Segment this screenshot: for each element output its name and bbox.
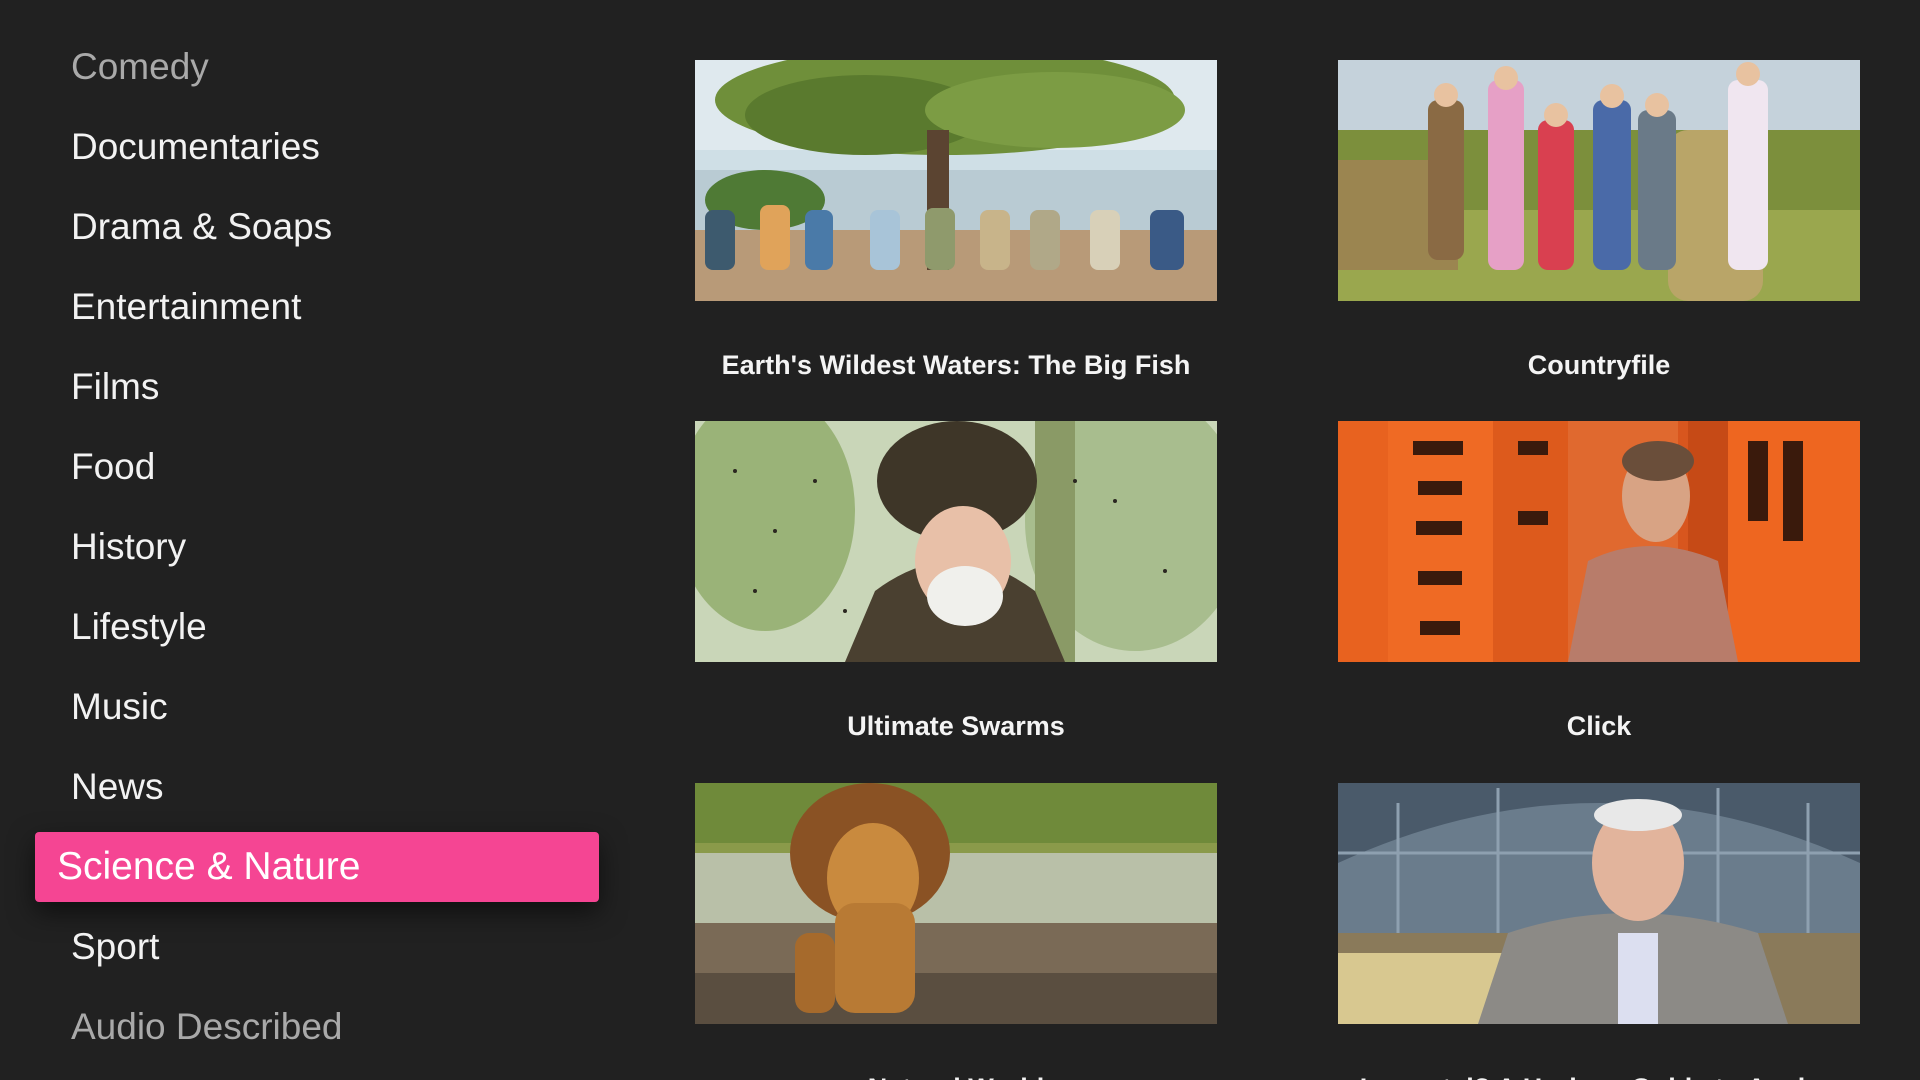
sidebar-item-drama-soaps[interactable]: Drama & Soaps <box>71 204 332 250</box>
programme-tile[interactable]: Ultimate Swarms <box>695 421 1217 741</box>
programme-tile[interactable]: Earth's Wildest Waters: The Big Fish <box>695 60 1217 380</box>
programme-thumbnail <box>695 60 1217 301</box>
programme-thumbnail <box>695 421 1217 662</box>
sidebar-item-documentaries[interactable]: Documentaries <box>71 124 320 170</box>
programme-thumbnail <box>1338 421 1860 662</box>
programme-title: Countryfile <box>1527 350 1671 380</box>
sidebar-item-comedy[interactable]: Comedy <box>71 44 209 90</box>
programme-title: Ultimate Swarms <box>847 711 1065 741</box>
sidebar-item-history[interactable]: History <box>71 524 186 570</box>
programme-thumbnail <box>695 783 1217 1024</box>
programme-tile[interactable]: Immortal? A Horizon Guide to Ageing <box>1338 783 1860 1080</box>
sidebar-item-music[interactable]: Music <box>71 684 168 730</box>
app-screen: Comedy Documentaries Drama & Soaps Enter… <box>0 0 1920 1080</box>
sidebar-item-science-nature[interactable]: Science & Nature <box>35 832 599 902</box>
sidebar-item-food[interactable]: Food <box>71 444 155 490</box>
sidebar-item-audio-described[interactable]: Audio Described <box>71 1004 342 1050</box>
sidebar-item-sport[interactable]: Sport <box>71 924 159 970</box>
sidebar-item-news[interactable]: News <box>71 764 164 810</box>
programme-title: Immortal? A Horizon Guide to Ageing <box>1298 1071 1900 1080</box>
programme-thumbnail <box>1338 60 1860 301</box>
programme-title: Natural World <box>655 1071 1257 1080</box>
programme-tile[interactable]: Natural World <box>695 783 1217 1080</box>
programme-thumbnail <box>1338 783 1860 1024</box>
sidebar-item-label: Science & Nature <box>57 845 361 888</box>
programme-tile[interactable]: Countryfile <box>1338 60 1860 380</box>
programme-title: Click <box>1566 711 1632 741</box>
sidebar-item-entertainment[interactable]: Entertainment <box>71 284 301 330</box>
sidebar-item-films[interactable]: Films <box>71 364 159 410</box>
category-sidebar: Comedy Documentaries Drama & Soaps Enter… <box>0 0 640 1080</box>
programme-title: Earth's Wildest Waters: The Big Fish <box>721 350 1191 380</box>
sidebar-item-lifestyle[interactable]: Lifestyle <box>71 604 207 650</box>
programme-tile[interactable]: Click <box>1338 421 1860 741</box>
